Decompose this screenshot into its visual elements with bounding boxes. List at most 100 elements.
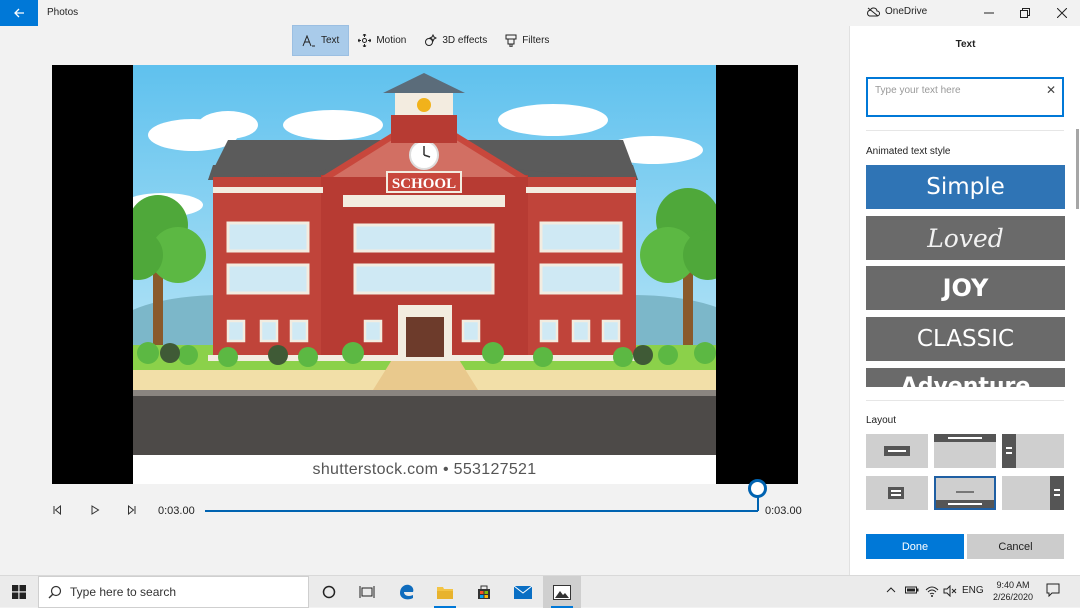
- windows-logo-icon: [12, 585, 26, 599]
- tab-filters-label: Filters: [522, 35, 550, 46]
- previous-frame-button[interactable]: [50, 503, 64, 517]
- style-joy-label: JOY: [942, 274, 989, 302]
- volume-muted-icon: [943, 584, 957, 598]
- style-loved[interactable]: Loved: [866, 216, 1065, 260]
- divider: [866, 130, 1064, 131]
- battery-icon: [905, 586, 919, 594]
- clear-text-icon[interactable]: ✕: [1046, 83, 1056, 97]
- animated-style-list: Simple Loved JOY CLASSIC Adventure: [866, 165, 1065, 387]
- show-hidden-icons-button[interactable]: [886, 585, 896, 598]
- input-language[interactable]: ENG: [962, 585, 984, 596]
- style-classic[interactable]: CLASSIC: [866, 317, 1065, 361]
- network-button[interactable]: [925, 585, 939, 600]
- timeline-thumb[interactable]: [748, 479, 767, 498]
- minimize-icon: [984, 12, 994, 14]
- animated-style-label: Animated text style: [866, 146, 951, 157]
- school-sign-text: SCHOOL: [392, 176, 456, 192]
- tab-motion[interactable]: Motion: [349, 25, 415, 56]
- edge-icon: [400, 584, 414, 600]
- layout-left-bar[interactable]: [1002, 434, 1064, 468]
- volume-button[interactable]: [943, 584, 957, 600]
- motion-icon: [358, 34, 372, 47]
- photos-taskbar-button[interactable]: [543, 576, 581, 608]
- file-explorer-button[interactable]: [426, 576, 464, 608]
- maximize-button[interactable]: [1007, 0, 1043, 26]
- start-button[interactable]: [0, 576, 38, 608]
- edge-button[interactable]: [388, 576, 426, 608]
- task-view-button[interactable]: [348, 576, 386, 608]
- layout-small-center-icon: [888, 487, 904, 499]
- text-panel: Text ✕ Animated text style Simple Loved …: [849, 26, 1080, 575]
- style-joy[interactable]: JOY: [866, 266, 1065, 310]
- search-icon: [48, 585, 62, 599]
- taskbar-search[interactable]: Type here to search: [38, 576, 309, 608]
- title-bar: Photos OneDrive: [0, 0, 1080, 26]
- cortana-icon: [322, 585, 336, 599]
- wifi-icon: [925, 586, 939, 597]
- notification-icon: [1046, 583, 1060, 598]
- mail-icon: [514, 585, 532, 599]
- tab-motion-label: Motion: [376, 35, 407, 46]
- style-simple-label: Simple: [926, 174, 1005, 200]
- text-input[interactable]: [875, 83, 1035, 97]
- tab-3d-effects[interactable]: 3D effects: [415, 25, 496, 56]
- layout-bottom-bar-icon: [936, 491, 994, 508]
- clock-time: 9:40 AM: [996, 580, 1030, 590]
- back-arrow-icon: [14, 8, 24, 18]
- taskbar-clock[interactable]: 9:40 AM 2/26/2020: [989, 579, 1037, 603]
- filters-icon: [505, 34, 517, 47]
- clock-date: 2/26/2020: [992, 592, 1034, 602]
- style-loved-label: Loved: [927, 223, 1004, 253]
- layout-top-bar-icon: [934, 434, 996, 442]
- step-forward-icon: [128, 505, 136, 515]
- mail-button[interactable]: [504, 576, 542, 608]
- folder-icon: [437, 586, 453, 599]
- end-time: 0:03.00: [765, 505, 802, 517]
- layout-small-center[interactable]: [866, 476, 928, 510]
- store-button[interactable]: [465, 576, 503, 608]
- onedrive-button[interactable]: OneDrive: [866, 6, 927, 17]
- chevron-up-icon: [886, 587, 896, 593]
- current-time: 0:03.00: [158, 505, 195, 517]
- photos-icon: [553, 584, 571, 600]
- panel-scrollbar[interactable]: [1076, 129, 1079, 209]
- minimize-button[interactable]: [971, 0, 1007, 26]
- editor-toolbar: Text Motion 3D effects Filters: [292, 25, 558, 56]
- video-preview[interactable]: SCHOOL shutterstock.com • 553127521: [52, 65, 798, 484]
- timeline-thumb-stem: [757, 496, 759, 511]
- timeline-track[interactable]: [205, 510, 758, 512]
- battery-button[interactable]: [905, 585, 919, 598]
- layout-label: Layout: [866, 415, 897, 426]
- close-button[interactable]: [1044, 0, 1080, 26]
- store-icon: [478, 585, 490, 599]
- 3d-effects-icon: [425, 34, 438, 46]
- tab-text[interactable]: Text: [292, 25, 350, 56]
- panel-title: Text: [955, 39, 976, 50]
- done-button[interactable]: Done: [866, 534, 964, 559]
- cortana-button[interactable]: [310, 576, 348, 608]
- style-adventure-label: Adventure: [900, 374, 1031, 387]
- tab-filters[interactable]: Filters: [496, 25, 558, 56]
- back-button[interactable]: [0, 0, 38, 26]
- action-center-button[interactable]: [1046, 583, 1060, 600]
- cloud-icon: [867, 7, 880, 16]
- style-simple[interactable]: Simple: [866, 165, 1065, 209]
- photos-app: Photos OneDrive Text Motion 3D effects F…: [0, 0, 1080, 575]
- text-icon: [302, 34, 315, 46]
- style-adventure[interactable]: Adventure: [866, 368, 1065, 387]
- tab-text-label: Text: [321, 35, 340, 46]
- restore-icon: [1020, 8, 1030, 18]
- next-frame-button[interactable]: [125, 503, 139, 517]
- close-icon: [1057, 8, 1067, 18]
- play-button[interactable]: [88, 503, 102, 517]
- layout-bottom-bar[interactable]: [934, 476, 996, 510]
- layout-top-bar[interactable]: [934, 434, 996, 468]
- layout-right-bar[interactable]: [1002, 476, 1064, 510]
- text-input-box[interactable]: ✕: [866, 77, 1064, 117]
- tab-3d-effects-label: 3D effects: [442, 35, 488, 46]
- search-placeholder: Type here to search: [70, 585, 177, 599]
- layout-options: [866, 434, 1064, 510]
- layout-center-bar[interactable]: [866, 434, 928, 468]
- cancel-button[interactable]: Cancel: [967, 534, 1064, 559]
- school-illustration: SCHOOL: [133, 65, 716, 455]
